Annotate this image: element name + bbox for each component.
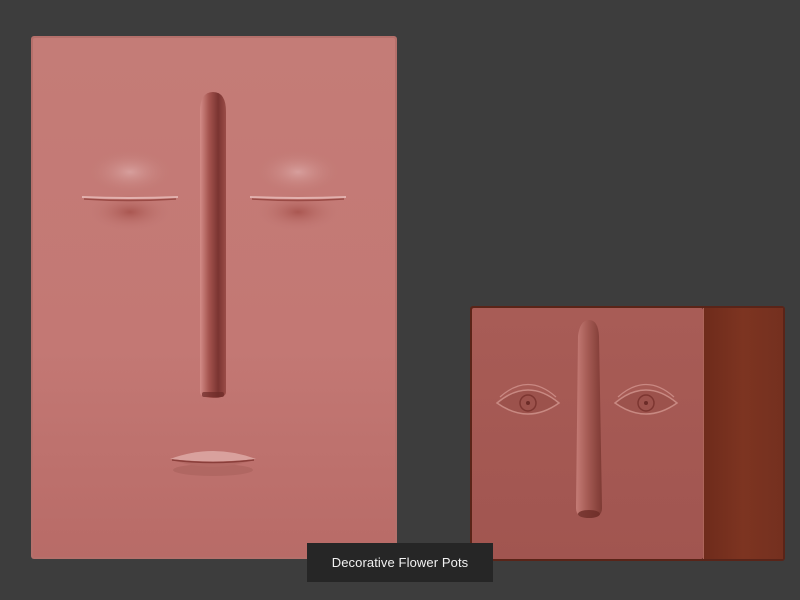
image-caption: Decorative Flower Pots xyxy=(307,543,493,582)
flower-pots-render xyxy=(31,36,785,561)
large-face-planter xyxy=(31,36,397,559)
small-face-planter xyxy=(470,306,785,561)
large-nose xyxy=(200,92,226,398)
small-nose xyxy=(576,320,602,518)
